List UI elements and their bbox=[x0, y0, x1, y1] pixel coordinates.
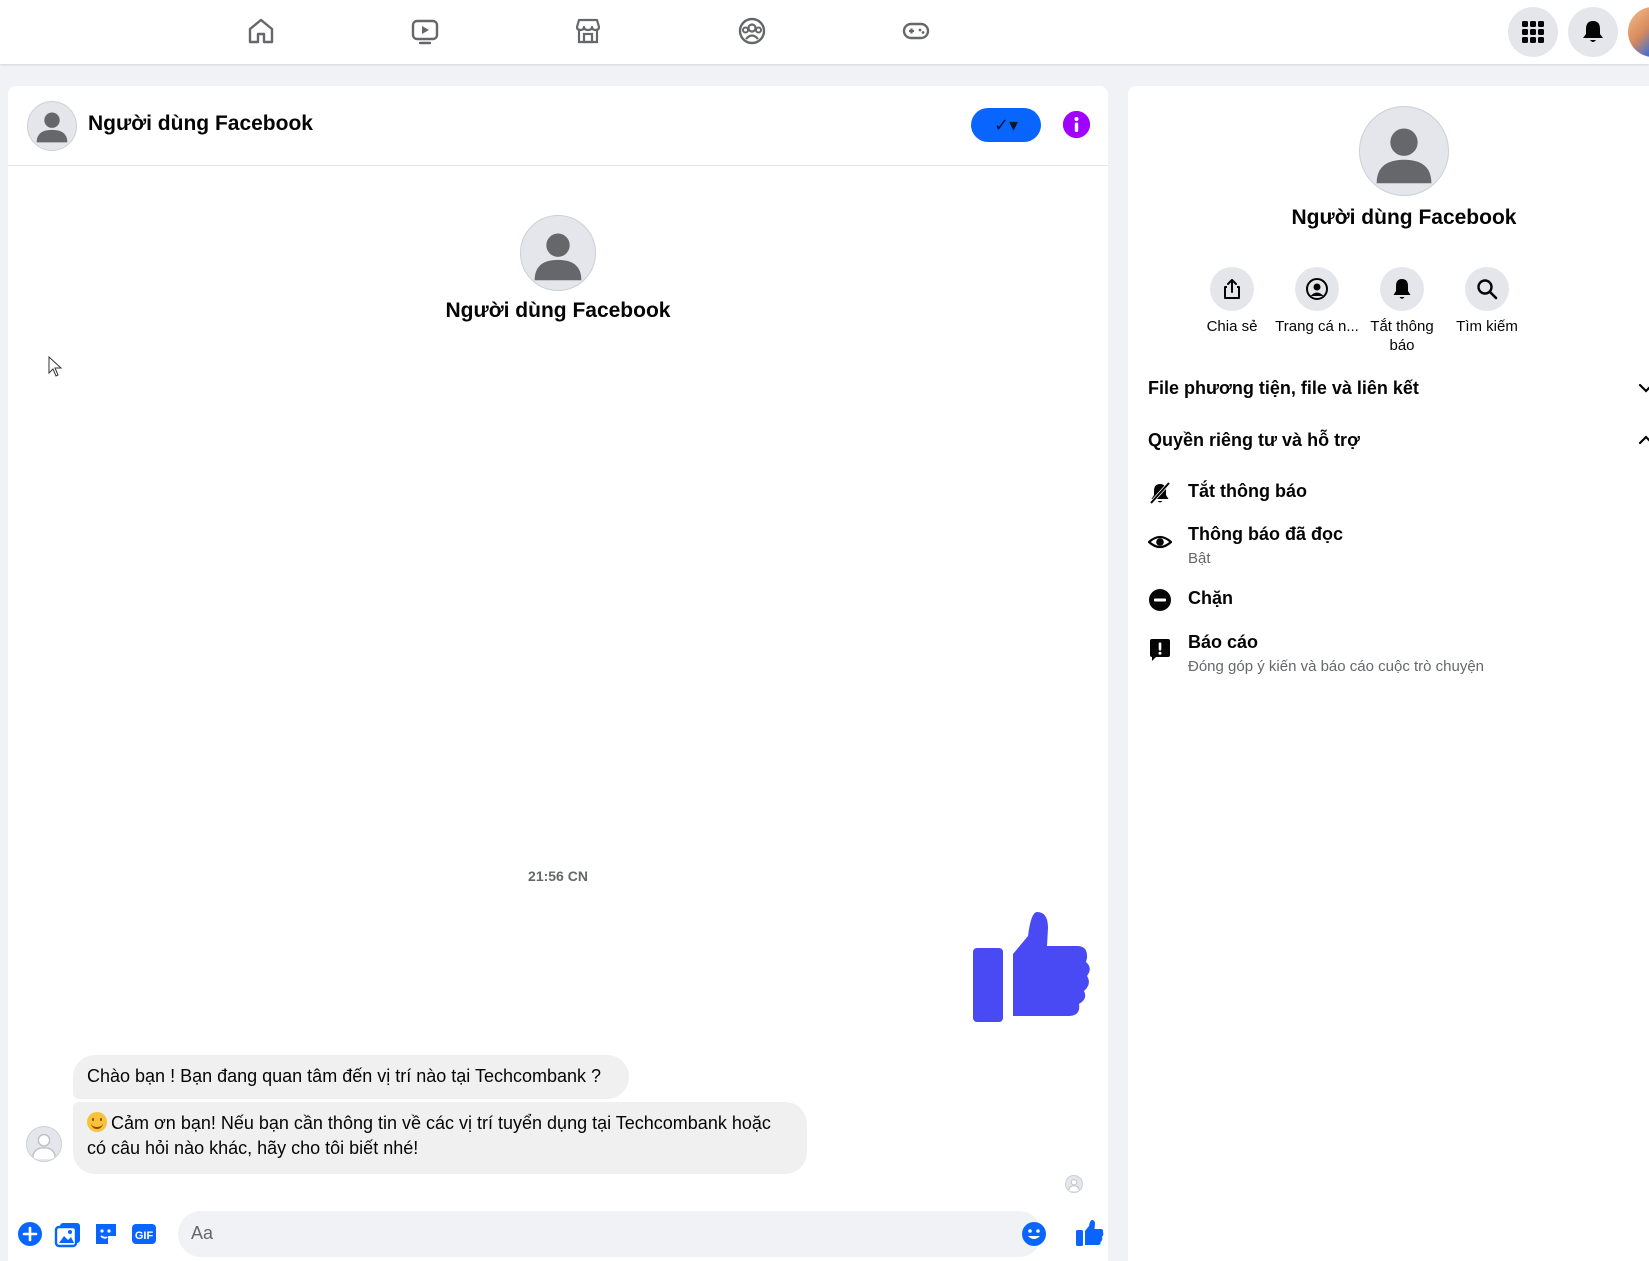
option-title: Tắt thông báo bbox=[1188, 481, 1307, 501]
search-label: Tìm kiếm bbox=[1456, 318, 1518, 335]
mute-bell-icon bbox=[1148, 481, 1172, 505]
conversation-info-panel: Người dùng Facebook Chia sẻ Trang cá n..… bbox=[1128, 86, 1649, 1261]
option-title: Báo cáo bbox=[1188, 632, 1259, 652]
groups-icon[interactable] bbox=[732, 13, 772, 49]
option-subtitle: Bật bbox=[1188, 550, 1211, 567]
option-mute-notifications[interactable]: Tắt thông báo bbox=[1148, 481, 1648, 511]
sender-avatar[interactable] bbox=[26, 1126, 62, 1162]
home-icon[interactable] bbox=[241, 13, 281, 49]
profile-label: Trang cá n... bbox=[1275, 318, 1359, 335]
option-block[interactable]: Chặn bbox=[1148, 588, 1648, 618]
option-read-receipts[interactable]: Thông báo đã đọc Bật bbox=[1147, 524, 1648, 572]
svg-text:GIF: GIF bbox=[135, 1230, 154, 1242]
section-label: Quyền riêng tư và hỗ trợ bbox=[1148, 429, 1360, 450]
conversation-header: Người dùng Facebook ✓▾ bbox=[8, 86, 1108, 166]
conversation-panel: Người dùng Facebook ✓▾ Người dùng Facebo… bbox=[8, 86, 1108, 1261]
contact-avatar[interactable] bbox=[27, 101, 77, 151]
block-icon bbox=[1148, 588, 1172, 612]
section-privacy-support[interactable]: Quyền riêng tư và hỗ trợ bbox=[1148, 422, 1649, 458]
info-contact-name: Người dùng Facebook bbox=[1291, 206, 1517, 229]
profile-icon bbox=[1295, 267, 1339, 311]
info-contact-avatar bbox=[1359, 106, 1449, 196]
seen-indicator-avatar bbox=[1065, 1175, 1083, 1193]
contact-name[interactable]: Người dùng Facebook bbox=[88, 112, 313, 136]
info-icon[interactable] bbox=[1063, 111, 1090, 138]
gaming-icon[interactable] bbox=[896, 13, 936, 49]
emoji-icon[interactable] bbox=[1020, 1220, 1048, 1248]
option-report[interactable]: Báo cáo Đóng góp ý kiến và báo cáo cuộc … bbox=[1148, 632, 1648, 680]
photo-icon[interactable] bbox=[54, 1220, 82, 1248]
eye-icon bbox=[1147, 530, 1173, 554]
share-icon bbox=[1210, 267, 1254, 311]
option-title: Thông báo đã đọc bbox=[1188, 524, 1343, 544]
conversation-avatar bbox=[520, 215, 596, 291]
search-icon bbox=[1465, 267, 1509, 311]
profile-avatar[interactable] bbox=[1628, 7, 1649, 57]
message-bubble[interactable]: Chào bạn ! Bạn đang quan tâm đến vị trí … bbox=[73, 1055, 629, 1099]
section-label: File phương tiện, file và liên kết bbox=[1148, 377, 1419, 398]
message-text: Chào bạn ! Bạn đang quan tâm đến vị trí … bbox=[87, 1066, 602, 1086]
message-input-placeholder: Aa bbox=[191, 1223, 214, 1243]
chevron-down-icon bbox=[1638, 383, 1649, 393]
top-navigation-bar bbox=[0, 0, 1649, 64]
mute-action[interactable]: Tắt thông báo bbox=[1357, 267, 1447, 355]
message-input[interactable]: Aa bbox=[178, 1211, 1042, 1257]
watch-icon[interactable] bbox=[405, 13, 445, 49]
like-icon[interactable] bbox=[1074, 1218, 1104, 1248]
sticker-icon[interactable] bbox=[92, 1220, 120, 1248]
mute-label: Tắt thông báo bbox=[1370, 318, 1434, 354]
search-action[interactable]: Tìm kiếm bbox=[1442, 267, 1532, 336]
menu-grid-icon[interactable] bbox=[1508, 7, 1558, 57]
status-check-button[interactable]: ✓▾ bbox=[971, 108, 1041, 142]
profile-action[interactable]: Trang cá n... bbox=[1272, 267, 1362, 336]
message-bubble[interactable]: Cảm ơn bạn! Nếu bạn cần thông tin về các… bbox=[73, 1102, 807, 1174]
marketplace-icon[interactable] bbox=[568, 13, 608, 49]
report-icon bbox=[1148, 638, 1172, 662]
thumbs-up-icon[interactable] bbox=[973, 906, 1099, 1030]
smiling-face-emoji bbox=[87, 1112, 107, 1132]
notifications-bell-icon[interactable] bbox=[1568, 7, 1618, 57]
option-title: Chặn bbox=[1188, 588, 1233, 608]
message-timestamp: 21:56 CN bbox=[528, 868, 588, 884]
message-text: Cảm ơn bạn! Nếu bạn cần thông tin về các… bbox=[87, 1113, 771, 1158]
add-icon[interactable] bbox=[16, 1220, 44, 1248]
gif-icon[interactable]: GIF bbox=[130, 1220, 158, 1248]
section-media-files-links[interactable]: File phương tiện, file và liên kết bbox=[1148, 370, 1649, 406]
conversation-title: Người dùng Facebook bbox=[445, 299, 671, 322]
chevron-up-icon bbox=[1638, 435, 1649, 445]
share-action[interactable]: Chia sẻ bbox=[1187, 267, 1277, 336]
share-label: Chia sẻ bbox=[1206, 318, 1258, 335]
mouse-cursor-icon bbox=[48, 356, 63, 377]
bell-icon bbox=[1380, 267, 1424, 311]
option-subtitle: Đóng góp ý kiến và báo cáo cuộc trò chuy… bbox=[1188, 658, 1485, 675]
